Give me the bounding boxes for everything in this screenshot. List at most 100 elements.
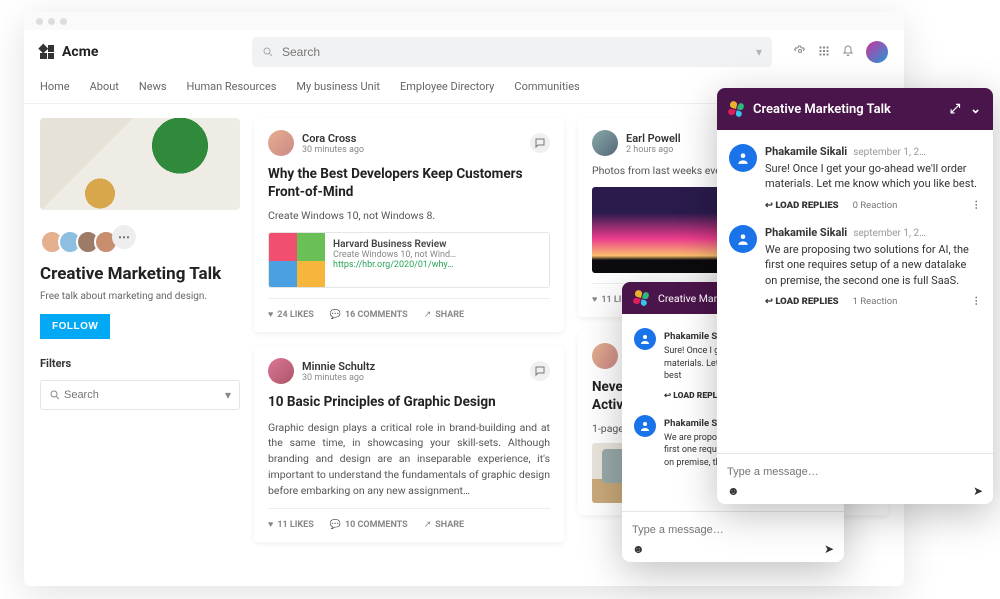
bell-icon[interactable] — [842, 45, 854, 60]
likes-button[interactable]: ♥ 11 LIKES — [268, 519, 314, 530]
nav-news[interactable]: News — [139, 80, 167, 93]
post-card: Minnie Schultz 30 minutes ago 10 Basic P… — [254, 346, 564, 542]
reactions-count[interactable]: 0 Reaction — [853, 200, 898, 211]
share-button[interactable]: ↗ SHARE — [424, 310, 464, 320]
community-desc: Free talk about marketing and design. — [40, 291, 240, 302]
more-icon[interactable]: ⋮ — [972, 296, 982, 307]
filter-search[interactable]: ▾ — [40, 380, 240, 410]
reactions-count[interactable]: 1 Reaction — [853, 296, 898, 307]
slack-icon — [632, 289, 649, 306]
comments-button[interactable]: 💬 10 COMMENTS — [330, 520, 408, 530]
chat-messages[interactable]: Phakamile Sikali september 1, 2… Sure! On… — [717, 130, 993, 453]
nav-communities[interactable]: Communities — [514, 80, 579, 93]
brand[interactable]: Acme — [40, 44, 240, 60]
chat-composer: ☻ ➤ — [717, 453, 993, 504]
post-time: 30 minutes ago — [302, 145, 364, 155]
comment-icon[interactable] — [530, 361, 550, 381]
chat-header[interactable]: Creative Marketing Talk ⤢ ⌄ — [717, 88, 993, 130]
chevron-down-icon[interactable]: ⌄ — [970, 102, 981, 117]
person-icon — [634, 328, 656, 350]
author-name[interactable]: Cora Cross — [302, 132, 364, 145]
send-icon[interactable]: ➤ — [824, 542, 834, 556]
nav-home[interactable]: Home — [40, 80, 70, 93]
chat-message-input[interactable] — [727, 460, 983, 484]
slack-icon — [727, 100, 744, 117]
search-icon — [49, 389, 61, 401]
post-time: 2 hours ago — [626, 145, 681, 155]
window-titlebar — [24, 12, 904, 30]
gear-icon[interactable] — [794, 45, 806, 60]
traffic-light-min[interactable] — [48, 18, 55, 25]
author-avatar[interactable] — [592, 130, 618, 156]
filter-search-input[interactable] — [64, 389, 225, 401]
search-icon — [262, 46, 274, 58]
chat-panel-large: Creative Marketing Talk ⤢ ⌄ Phakamile Si… — [717, 88, 993, 504]
post-title[interactable]: Why the Best Developers Keep Customers F… — [268, 166, 550, 201]
message-body: We are proposing two solutions for AI, t… — [765, 242, 981, 288]
post-title[interactable]: 10 Basic Principles of Graphic Design — [268, 394, 550, 412]
author-name[interactable]: Minnie Schultz — [302, 360, 375, 373]
message-author: Phakamile S — [664, 418, 717, 429]
link-desc: Create Windows 10, not Wind… — [333, 250, 456, 260]
likes-button[interactable]: ♥ 24 LIKES — [268, 309, 314, 320]
global-search[interactable]: ▾ — [252, 37, 772, 67]
person-icon — [729, 144, 757, 172]
author-avatar[interactable] — [268, 130, 294, 156]
comments-button[interactable]: 💬 16 COMMENTS — [330, 310, 408, 320]
global-search-input[interactable] — [282, 45, 756, 59]
community-cover-image — [40, 118, 240, 210]
top-bar: Acme ▾ — [24, 30, 904, 74]
message-author: Phakamile Sikali — [765, 226, 847, 239]
nav-about[interactable]: About — [90, 80, 119, 93]
nav-directory[interactable]: Employee Directory — [400, 80, 494, 93]
link-title: Harvard Business Review — [333, 239, 456, 250]
follow-button[interactable]: FOLLOW — [40, 314, 110, 339]
message: Phakamile Sikali september 1, 2… Sure! On… — [717, 140, 993, 196]
comment-icon[interactable] — [530, 133, 550, 153]
chat-composer: ☻ ➤ — [622, 511, 844, 562]
more-members-button[interactable]: ⋯ — [112, 225, 136, 249]
user-avatar[interactable] — [866, 41, 888, 63]
brand-name: Acme — [62, 44, 98, 60]
message-body: Sure! Once I get your go-ahead we'll ord… — [765, 161, 981, 192]
traffic-light-max[interactable] — [60, 18, 67, 25]
message-author: Phakamile Sikali — [765, 145, 847, 158]
feed-col-1: Cora Cross 30 minutes ago Why the Best D… — [254, 118, 564, 556]
nav-hr[interactable]: Human Resources — [187, 80, 277, 93]
emoji-icon[interactable]: ☻ — [632, 542, 645, 556]
person-icon — [634, 415, 656, 437]
author-avatar[interactable] — [592, 343, 618, 369]
header-actions — [784, 41, 888, 63]
chevron-down-icon[interactable]: ▾ — [756, 45, 762, 59]
author-name[interactable]: Earl Powell — [626, 132, 681, 145]
message-date: september 1, 2… — [853, 147, 926, 158]
brand-logo-icon — [40, 45, 54, 59]
filters-heading: Filters — [40, 357, 240, 370]
message-date: september 1, 2… — [853, 228, 926, 239]
post-body: Graphic design plays a critical role in … — [268, 420, 550, 499]
expand-icon[interactable]: ⤢ — [950, 102, 960, 117]
load-replies-button[interactable]: ↩ LOAD REPLIES — [765, 296, 839, 307]
apps-icon[interactable] — [818, 45, 830, 60]
more-icon[interactable]: ⋮ — [972, 200, 982, 211]
members-avatar-stack[interactable] — [40, 230, 112, 254]
load-replies-button[interactable]: ↩ LOAD REPLIES — [765, 200, 839, 211]
chat-title: Creative Marketing Talk — [753, 102, 891, 117]
author-avatar[interactable] — [268, 358, 294, 384]
nav-bu[interactable]: My business Unit — [296, 80, 380, 93]
emoji-icon[interactable]: ☻ — [727, 484, 740, 498]
send-icon[interactable]: ➤ — [973, 484, 983, 498]
left-panel: ⋯ Creative Marketing Talk Free talk abou… — [40, 118, 240, 556]
link-preview[interactable]: Harvard Business Review Create Windows 1… — [268, 232, 550, 288]
link-url: https://hbr.org/2020/01/why… — [333, 260, 456, 270]
traffic-light-close[interactable] — [36, 18, 43, 25]
message-author: Phakamile S — [664, 331, 717, 342]
link-thumb-icon — [269, 233, 325, 288]
post-subtitle: Create Windows 10, not Windows 8. — [268, 209, 550, 222]
chevron-down-icon[interactable]: ▾ — [225, 388, 231, 402]
post-time: 30 minutes ago — [302, 373, 375, 383]
person-icon — [729, 225, 757, 253]
share-button[interactable]: ↗ SHARE — [424, 520, 464, 530]
load-replies-button[interactable]: ↩ LOAD REPLI — [664, 391, 720, 401]
chat-message-input[interactable] — [632, 518, 834, 542]
